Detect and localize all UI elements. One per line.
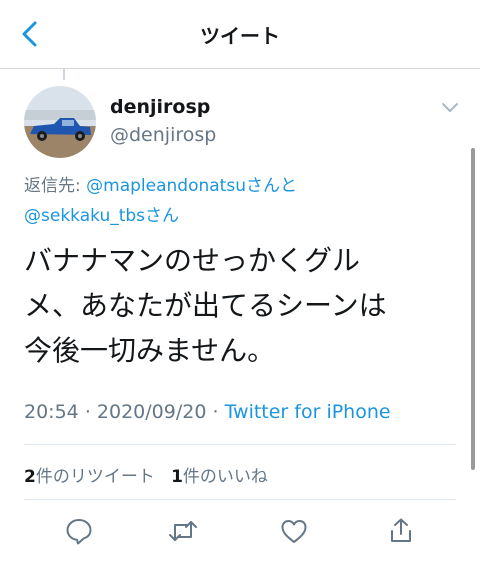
retweet-stat[interactable]: 2件のリツイート <box>24 467 155 487</box>
tweet-text: バナナマンのせっかくグル メ、あなたが出てるシーンは 今後一切みません。 <box>24 238 444 373</box>
reply-context-line-1: 返信先: @mapleandonatsuさんと <box>24 171 297 196</box>
meta-separator: · <box>84 401 91 423</box>
user-handle[interactable]: @denjirosp <box>110 124 216 146</box>
more-options-button[interactable] <box>438 98 462 118</box>
tweet-time: 20:54 <box>24 401 79 423</box>
tweet-text-line: バナナマンのせっかくグル <box>24 244 361 277</box>
avatar-truck-photo <box>24 86 96 158</box>
retweet-button[interactable] <box>166 514 200 548</box>
like-button[interactable] <box>277 514 311 548</box>
navigation-bar: ツイート <box>0 0 480 69</box>
retweet-icon <box>169 521 197 541</box>
scrollbar[interactable] <box>471 148 475 470</box>
mention-link-1[interactable]: @mapleandonatsu <box>86 176 246 196</box>
reply-joiner-1: さんと <box>245 176 297 196</box>
tweet-text-line: メ、あなたが出てるシーンは <box>24 289 387 322</box>
divider <box>24 444 456 445</box>
reply-context-line-2: @sekkaku_tbsさん <box>24 201 179 226</box>
mention-link-2[interactable]: @sekkaku_tbs <box>24 206 145 226</box>
like-count: 1 <box>171 467 183 487</box>
reply-prefix: 返信先: <box>24 176 81 196</box>
tweet-metadata: 20:54 · 2020/09/20 · Twitter for iPhone <box>24 401 391 423</box>
engagement-stats: 2件のリツイート 1件のいいね <box>24 462 268 487</box>
like-stat[interactable]: 1件のいいね <box>171 467 268 487</box>
like-label: 件のいいね <box>182 467 268 487</box>
page-title: ツイート <box>200 24 280 48</box>
meta-separator: · <box>212 401 219 423</box>
chevron-down-icon <box>442 103 458 112</box>
retweet-label: 件のリツイート <box>35 467 155 487</box>
tweet-source-link[interactable]: Twitter for iPhone <box>225 401 391 423</box>
reply-icon <box>66 519 92 545</box>
like-icon <box>281 520 307 543</box>
reply-button[interactable] <box>62 514 96 548</box>
reply-joiner-2: さん <box>145 206 180 226</box>
tweet-date: 2020/09/20 <box>96 401 207 423</box>
share-icon <box>391 518 411 542</box>
retweet-count: 2 <box>24 467 36 487</box>
divider <box>24 499 456 500</box>
tweet-text-line: 今後一切みません。 <box>24 334 276 367</box>
avatar[interactable] <box>24 86 96 158</box>
share-button[interactable] <box>384 514 418 548</box>
display-name[interactable]: denjirosp <box>110 96 210 118</box>
thread-connector-line <box>63 68 65 80</box>
